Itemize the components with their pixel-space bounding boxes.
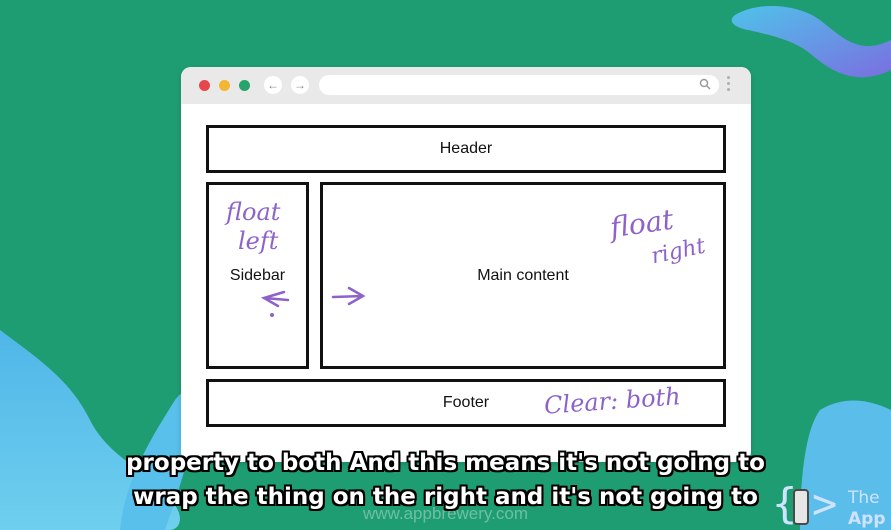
footer-label: Footer <box>442 394 490 411</box>
minimize-dot-icon <box>219 80 230 91</box>
subtitle-line-2: wrap the thing on the right and it's not… <box>133 484 758 510</box>
header-label: Header <box>439 140 493 157</box>
maximize-dot-icon <box>239 80 250 91</box>
address-bar <box>319 75 719 95</box>
right-arrow-annotation-icon <box>331 286 366 306</box>
header-box: Header <box>206 125 726 173</box>
left-arrow-annotation-icon <box>260 290 290 317</box>
top-right-swirl <box>731 5 891 78</box>
close-dot-icon <box>199 80 210 91</box>
float-left-annotation-word2: left <box>238 227 279 255</box>
search-icon <box>699 78 711 90</box>
browser-toolbar: ← → <box>181 67 751 104</box>
float-left-annotation-word1: float <box>226 198 281 226</box>
back-arrow-icon: ← <box>264 76 282 94</box>
main-content-label: Main content <box>477 266 569 284</box>
brand-line2: App <box>848 509 886 529</box>
browser-window: ← → Header Sidebar Main content Footer f… <box>181 67 751 462</box>
forward-arrow-icon: → <box>291 76 309 94</box>
menu-dots-icon <box>727 76 731 94</box>
subtitle-line-1: property to both And this means it's not… <box>126 450 765 476</box>
